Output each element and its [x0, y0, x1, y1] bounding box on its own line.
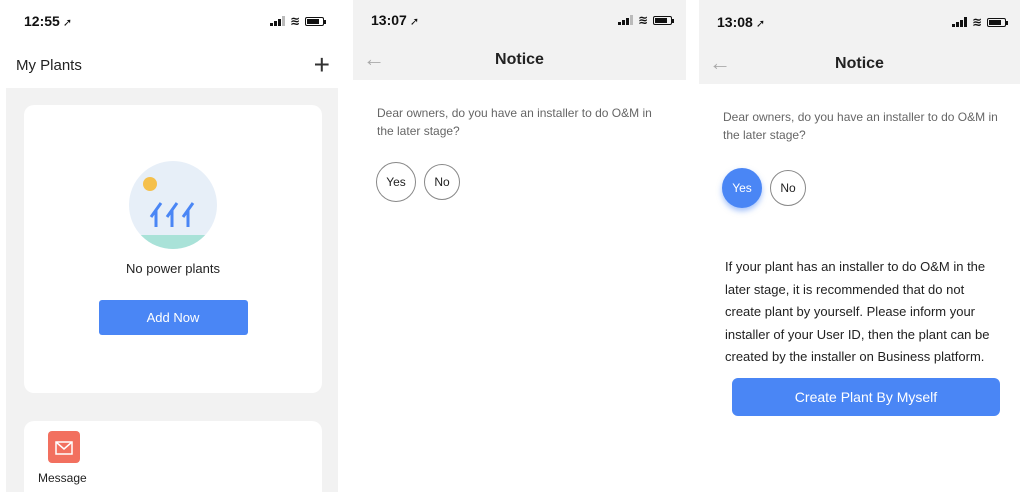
- solar-panel-illustration: [129, 161, 217, 249]
- nav-bar: ← Notice: [699, 44, 1020, 84]
- notice-screen-unselected: 13:07 ➚ ≋ ← Notice Dear owners, do you ha…: [353, 0, 686, 492]
- my-plants-screen: 12:55 ➚ ≋ My Plants + No power plants Add…: [6, 0, 338, 492]
- question-text: Dear owners, do you have an installer to…: [723, 110, 998, 142]
- status-bar: 12:55 ➚ ≋: [6, 0, 338, 42]
- status-time: 12:55 ➚: [24, 13, 73, 29]
- create-plant-button[interactable]: Create Plant By Myself: [732, 378, 1000, 416]
- page-title: My Plants: [16, 56, 82, 74]
- signal-icon: [617, 15, 633, 25]
- status-icons: ≋: [951, 15, 1008, 29]
- signal-icon: [951, 17, 967, 27]
- status-icons: ≋: [269, 14, 326, 28]
- back-arrow-icon[interactable]: ←: [363, 46, 385, 72]
- battery-icon: [653, 15, 674, 25]
- add-now-button[interactable]: Add Now: [98, 300, 248, 335]
- battery-icon: [987, 17, 1008, 27]
- location-arrow-icon: ➚: [62, 17, 73, 29]
- status-bar: 13:08 ➚ ≋: [699, 0, 1020, 44]
- no-option[interactable]: No: [770, 170, 806, 206]
- empty-plants-card: No power plants Add Now: [24, 105, 322, 393]
- answer-options: Yes No: [376, 162, 686, 202]
- page-title: Notice: [835, 55, 884, 72]
- location-arrow-icon: ➚: [409, 16, 420, 28]
- battery-icon: [305, 16, 326, 26]
- empty-state-text: No power plants: [126, 261, 220, 276]
- notice-screen-selected: 13:08 ➚ ≋ ← Notice Dear owners, do you ha…: [699, 0, 1020, 492]
- back-arrow-icon[interactable]: ←: [709, 50, 731, 76]
- header: My Plants +: [6, 42, 338, 88]
- status-time: 13:07 ➚: [371, 12, 420, 28]
- location-arrow-icon: ➚: [755, 18, 766, 30]
- status-time: 13:08 ➚: [717, 14, 766, 30]
- solar-panels-icon: [149, 202, 195, 227]
- message-card[interactable]: Message: [24, 421, 322, 492]
- page-title: Notice: [495, 51, 544, 68]
- nav-bar: ← Notice: [353, 40, 686, 80]
- plus-icon[interactable]: +: [314, 51, 330, 79]
- answer-options: Yes No: [722, 168, 1020, 208]
- wifi-icon: ≋: [637, 13, 648, 27]
- status-bar: 13:07 ➚ ≋: [353, 0, 686, 40]
- wifi-icon: ≋: [971, 15, 982, 29]
- ground-shape: [129, 235, 217, 249]
- question-text: Dear owners, do you have an installer to…: [377, 106, 652, 138]
- status-icons: ≋: [617, 13, 674, 27]
- signal-icon: [269, 16, 285, 26]
- yes-option-selected[interactable]: Yes: [722, 168, 762, 208]
- no-option[interactable]: No: [424, 164, 460, 200]
- wifi-icon: ≋: [289, 14, 300, 28]
- recommendation-text: If your plant has an installer to do O&M…: [725, 259, 990, 364]
- mail-icon: [48, 431, 80, 463]
- message-label: Message: [38, 471, 87, 485]
- yes-option[interactable]: Yes: [376, 162, 416, 202]
- sun-icon: [143, 177, 157, 191]
